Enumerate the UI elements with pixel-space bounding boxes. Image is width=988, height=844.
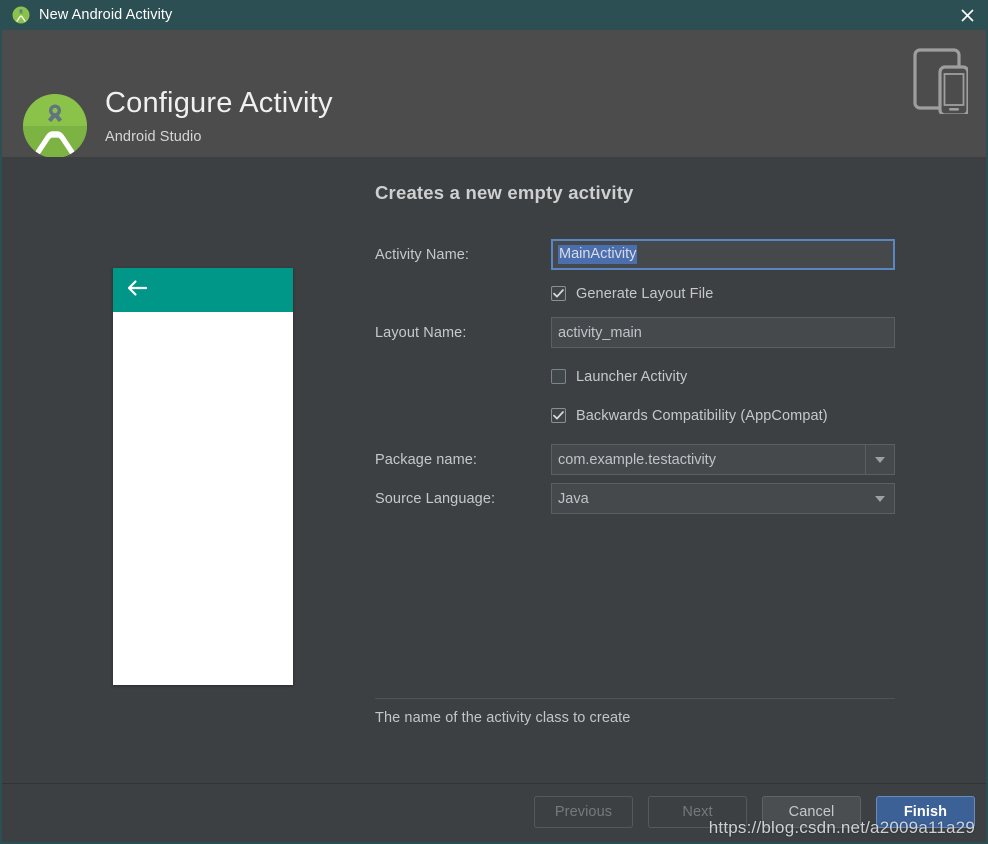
preview-appbar: [113, 268, 293, 312]
source-language-dropdown[interactable]: Java: [551, 483, 895, 514]
android-studio-logo: [22, 93, 88, 159]
layout-name-field-wrap: activity_main: [551, 317, 895, 348]
package-name-row: Package name: com.example.testactivity: [375, 444, 895, 475]
layout-name-value: activity_main: [558, 324, 642, 341]
help-text: The name of the activity class to create: [375, 710, 631, 726]
chevron-down-icon: [875, 456, 885, 463]
activity-name-label: Activity Name:: [375, 246, 470, 263]
help-divider: [375, 698, 895, 699]
activity-name-row: Activity Name: MainActivity: [375, 239, 895, 270]
source-language-value: Java: [558, 490, 589, 507]
form-heading: Creates a new empty activity: [375, 182, 634, 203]
backwards-compatibility-label: Backwards Compatibility (AppCompat): [576, 407, 828, 424]
dialog-footer: Previous Next Cancel Finish: [2, 784, 986, 842]
launcher-activity-checkbox[interactable]: [551, 369, 566, 384]
finish-button[interactable]: Finish: [876, 796, 975, 828]
launcher-activity-row[interactable]: Launcher Activity: [551, 361, 895, 392]
activity-form: Activity Name: MainActivity Generate Lay…: [375, 239, 895, 514]
page-subtitle: Android Studio: [105, 129, 202, 145]
generate-layout-file-checkbox[interactable]: [551, 286, 566, 301]
activity-name-input[interactable]: MainActivity: [551, 239, 895, 270]
page-title: Configure Activity: [105, 87, 333, 119]
layout-name-input[interactable]: activity_main: [551, 317, 895, 348]
backwards-compatibility-row[interactable]: Backwards Compatibility (AppCompat): [551, 400, 895, 431]
layout-name-row: Layout Name: activity_main: [375, 317, 895, 348]
preview-content: [113, 312, 293, 685]
new-android-activity-dialog: New Android Activity Configure Activity …: [0, 0, 988, 844]
window-titlebar: New Android Activity: [0, 0, 988, 30]
activity-name-field-wrap: MainActivity: [551, 239, 895, 270]
layout-name-label: Layout Name:: [375, 324, 467, 341]
package-name-field-wrap: com.example.testactivity: [551, 444, 895, 475]
package-name-dropdown-button[interactable]: [865, 445, 894, 474]
generate-layout-file-label: Generate Layout File: [576, 285, 714, 302]
activity-preview: [113, 268, 293, 685]
backwards-compatibility-checkbox[interactable]: [551, 408, 566, 423]
launcher-activity-label: Launcher Activity: [576, 368, 688, 385]
back-arrow-icon: [126, 279, 148, 302]
tablet-and-phone-icon: [900, 44, 970, 117]
titlebar-left-group: New Android Activity: [0, 6, 172, 24]
source-language-dropdown-button[interactable]: [865, 484, 894, 513]
source-language-field-wrap: Java: [551, 483, 895, 514]
header-title-group: Configure Activity Android Studio: [105, 86, 333, 145]
android-studio-icon: [12, 6, 30, 24]
package-name-label: Package name:: [375, 451, 478, 468]
generate-layout-file-row[interactable]: Generate Layout File: [551, 278, 895, 309]
close-icon[interactable]: [954, 3, 980, 27]
activity-name-value: MainActivity: [558, 245, 638, 264]
source-language-row: Source Language: Java: [375, 483, 895, 514]
chevron-down-icon: [874, 495, 885, 502]
dialog-header: Configure Activity Android Studio: [2, 30, 986, 159]
cancel-button[interactable]: Cancel: [762, 796, 861, 828]
package-name-value: com.example.testactivity: [558, 451, 716, 468]
next-button[interactable]: Next: [648, 796, 747, 828]
package-name-combo[interactable]: com.example.testactivity: [551, 444, 895, 475]
window-title: New Android Activity: [39, 7, 173, 23]
source-language-label: Source Language:: [375, 490, 496, 507]
previous-button[interactable]: Previous: [534, 796, 633, 828]
dialog-body: Creates a new empty activity Activity Na…: [2, 157, 986, 784]
